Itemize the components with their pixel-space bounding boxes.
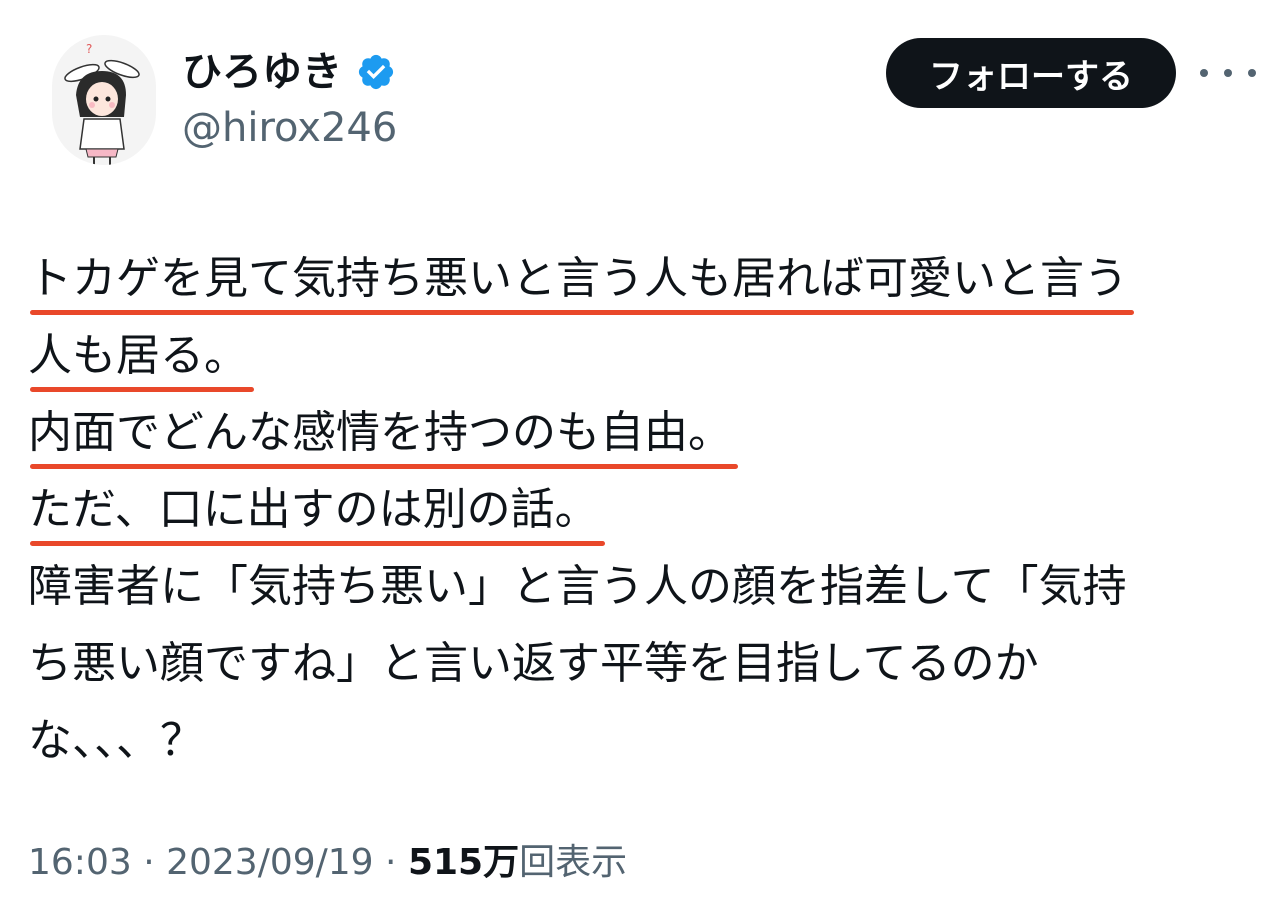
svg-text:?: ?	[86, 42, 92, 56]
user-name-row: ひろゆき	[182, 48, 396, 96]
tweet-line: ただ、口に出すのは別の話。	[28, 471, 1258, 548]
more-dot	[1200, 69, 1208, 77]
meta-separator: ·	[373, 842, 408, 883]
tweet-line-text: 障害者に「気持ち悪い」と言う人の顔を指差して「気持	[28, 561, 1127, 612]
meta-separator: ·	[131, 842, 167, 883]
tweet-line-text: 内面でどんな感情を持つのも自由。	[28, 394, 738, 471]
tweet-line: 障害者に「気持ち悪い」と言う人の顔を指差して「気持	[28, 548, 1258, 625]
tweet-date[interactable]: 2023/09/19	[166, 842, 374, 883]
views-count: 515万	[407, 842, 520, 883]
tweet-line: トカゲを見て気持ち悪いと言う人も居れば可愛いと言う	[28, 240, 1258, 317]
tweet-time[interactable]: 16:03	[28, 842, 132, 883]
tweet-line-text: トカゲを見て気持ち悪いと言う人も居れば可愛いと言う	[28, 240, 1134, 317]
tweet-line: 人も居る。	[28, 317, 1258, 394]
tweet-text: トカゲを見て気持ち悪いと言う人も居れば可愛いと言う 人も居る。 内面でどんな感情…	[28, 240, 1258, 779]
more-options-icon[interactable]	[1200, 58, 1256, 88]
tweet-line-text: ち悪い顔ですね」と言い返す平等を目指してるのか	[28, 638, 1039, 689]
tweet-line: 内面でどんな感情を持つのも自由。	[28, 394, 1258, 471]
verified-badge-icon[interactable]	[356, 52, 396, 92]
avatar-illustration: ?	[64, 42, 140, 165]
follow-button[interactable]: フォローする	[886, 38, 1176, 108]
more-dot	[1248, 69, 1256, 77]
tweet-line-text: ただ、口に出すのは別の話。	[28, 471, 605, 548]
user-handle[interactable]: @hirox246	[182, 104, 397, 152]
tweet-line: ち悪い顔ですね」と言い返す平等を目指してるのか	[28, 625, 1258, 702]
tweet-line-text: な、、、？	[28, 715, 204, 766]
tweet-meta: 16:03 · 2023/09/19 · 515万回表示	[28, 838, 627, 888]
more-dot	[1224, 69, 1232, 77]
display-name[interactable]: ひろゆき	[182, 48, 342, 96]
views-label: 回表示	[519, 842, 628, 883]
avatar[interactable]: ?	[52, 35, 156, 165]
tweet-line-text: 人も居る。	[28, 317, 254, 394]
tweet-line: な、、、？	[28, 702, 1258, 779]
